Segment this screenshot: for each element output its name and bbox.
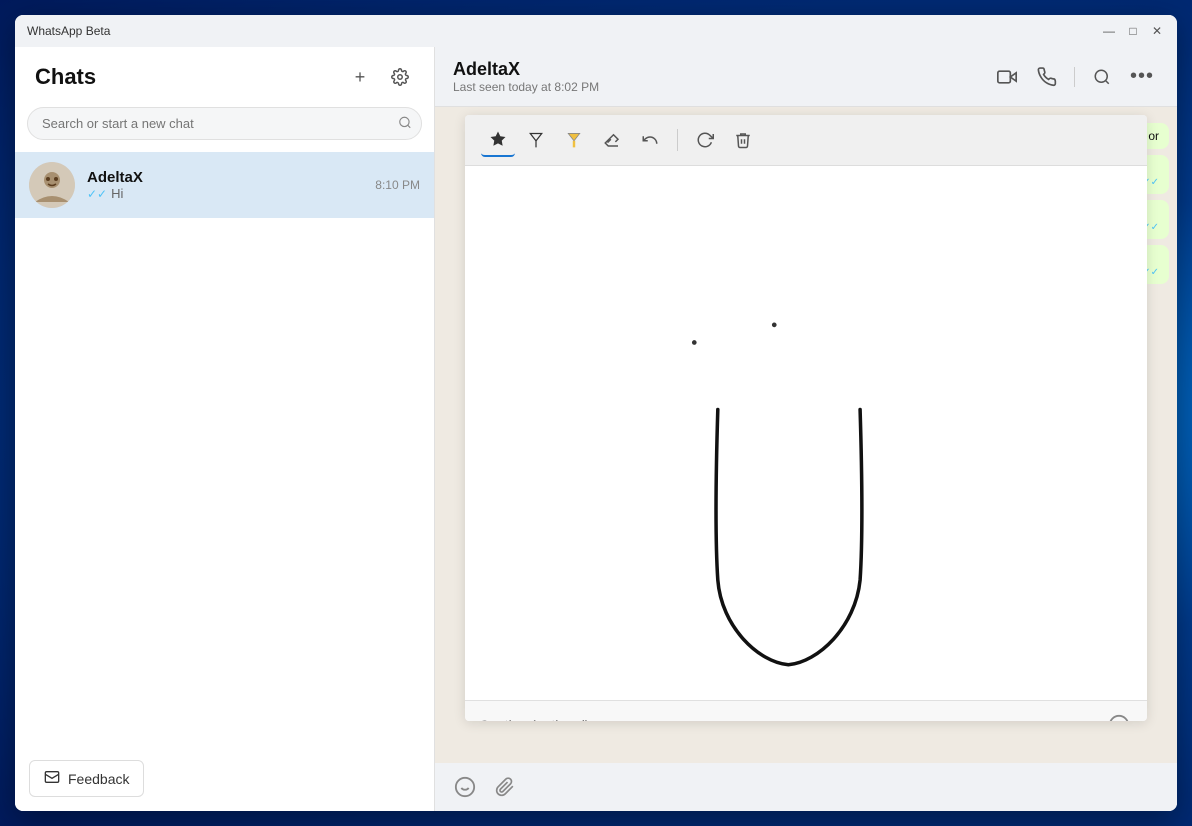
contact-status: Last seen today at 8:02 PM xyxy=(453,80,978,94)
search-icon xyxy=(398,115,412,132)
main-layout: Chats + xyxy=(15,47,1177,811)
tick-icon: ✓✓ xyxy=(87,187,107,201)
title-bar: WhatsApp Beta — □ ✕ xyxy=(15,15,1177,47)
emoji-input-button[interactable] xyxy=(449,771,481,803)
minimize-button[interactable]: — xyxy=(1101,23,1117,39)
drawing-overlay: + xyxy=(465,115,1147,721)
caption-emoji-button[interactable] xyxy=(1105,711,1133,721)
chat-input-bar xyxy=(435,763,1177,811)
feedback-icon xyxy=(44,769,60,788)
video-call-button[interactable] xyxy=(990,60,1024,94)
chat-header-actions: ••• xyxy=(990,60,1159,94)
caption-input[interactable] xyxy=(479,717,1097,721)
highlighter-button[interactable] xyxy=(557,123,591,157)
rotate-button[interactable] xyxy=(688,123,722,157)
feedback-button[interactable]: Feedback xyxy=(29,760,144,797)
maximize-button[interactable]: □ xyxy=(1125,23,1141,39)
sidebar-actions: + xyxy=(346,63,414,91)
chat-header-info: AdeltaX Last seen today at 8:02 PM xyxy=(453,59,978,94)
chat-header: AdeltaX Last seen today at 8:02 PM xyxy=(435,47,1177,107)
chat-name: AdeltaX xyxy=(87,169,363,186)
header-divider xyxy=(1074,67,1075,87)
window-controls: — □ ✕ xyxy=(1101,23,1165,39)
delete-button[interactable] xyxy=(726,123,760,157)
feedback-label: Feedback xyxy=(68,771,129,787)
voice-call-button[interactable] xyxy=(1030,60,1064,94)
preview-text: Hi xyxy=(111,186,123,201)
chat-info: AdeltaX ✓✓ Hi xyxy=(87,169,363,201)
settings-button[interactable] xyxy=(386,63,414,91)
pen-tool-outline-button[interactable] xyxy=(519,123,553,157)
undo-button[interactable] xyxy=(633,123,667,157)
chat-item[interactable]: AdeltaX ✓✓ Hi 8:10 PM xyxy=(15,152,434,218)
search-bar xyxy=(27,107,422,140)
chat-list: AdeltaX ✓✓ Hi 8:10 PM xyxy=(15,152,434,752)
new-chat-button[interactable]: + xyxy=(346,63,374,91)
app-window: WhatsApp Beta — □ ✕ Chats + xyxy=(15,15,1177,811)
app-title: WhatsApp Beta xyxy=(27,24,1101,38)
chat-preview: ✓✓ Hi xyxy=(87,186,363,201)
chats-title: Chats xyxy=(35,64,346,90)
search-input[interactable] xyxy=(27,107,422,140)
toolbar-divider xyxy=(677,129,678,151)
caption-bar xyxy=(465,700,1147,721)
drawing-canvas[interactable] xyxy=(465,166,1147,700)
sidebar-header: Chats + xyxy=(15,47,434,103)
close-button[interactable]: ✕ xyxy=(1149,23,1165,39)
attach-button[interactable] xyxy=(489,771,521,803)
eraser-button[interactable] xyxy=(595,123,629,157)
more-options-button[interactable]: ••• xyxy=(1125,60,1159,94)
sidebar: Chats + xyxy=(15,47,435,811)
search-button[interactable] xyxy=(1085,60,1119,94)
avatar xyxy=(29,162,75,208)
chat-time: 8:10 PM xyxy=(375,178,420,192)
drawing-toolbar xyxy=(465,115,1147,166)
chat-area: AdeltaX Last seen today at 8:02 PM xyxy=(435,47,1177,811)
contact-name: AdeltaX xyxy=(453,59,978,80)
pen-tool-filled-button[interactable] xyxy=(481,123,515,157)
